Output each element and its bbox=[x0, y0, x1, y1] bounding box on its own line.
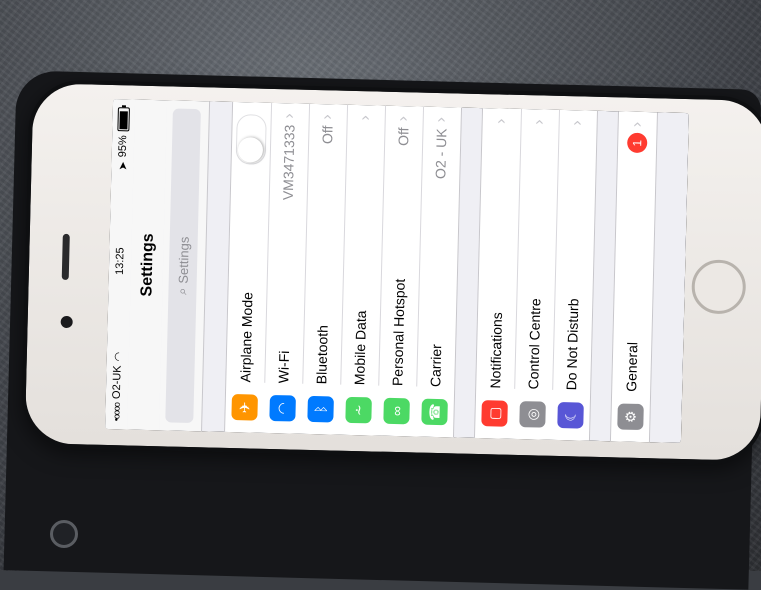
row-label: Bluetooth bbox=[313, 324, 331, 385]
phone-screen: •oooo O2-UK ◠ 13:25 ➤ 95% Settings ⌕ Set… bbox=[105, 99, 689, 443]
airplane-mode-toggle[interactable] bbox=[235, 114, 267, 165]
case-button bbox=[50, 520, 78, 548]
row-carrier[interactable]: ☎ Carrier O2 - UK › bbox=[415, 107, 461, 438]
connectivity-group: ✈ Airplane Mode ◠ Wi-Fi VM3471333 › ᛒ Bl… bbox=[224, 101, 463, 438]
row-label: Mobile Data bbox=[351, 310, 370, 386]
clock: 13:25 bbox=[113, 247, 127, 276]
row-label: Do Not Disturb bbox=[563, 298, 582, 391]
row-do-not-disturb[interactable]: ☾ Do Not Disturb › bbox=[551, 110, 597, 441]
row-general[interactable]: ⚙ General 1 › bbox=[611, 111, 657, 442]
moon-icon: ☾ bbox=[557, 401, 584, 429]
row-label: Carrier bbox=[427, 344, 445, 388]
row-label: Personal Hotspot bbox=[389, 278, 408, 387]
row-value: Off bbox=[319, 125, 336, 145]
chevron-right-icon: › bbox=[568, 120, 586, 126]
antenna-icon: ⩪ bbox=[345, 396, 372, 424]
battery-percent: 95% bbox=[116, 135, 130, 158]
battery-icon bbox=[117, 107, 130, 132]
search-icon: ⌕ bbox=[174, 287, 190, 296]
gear-icon: ⚙ bbox=[617, 403, 644, 431]
row-label: Wi-Fi bbox=[275, 350, 293, 384]
row-value: VM3471333 bbox=[279, 124, 298, 201]
chevron-right-icon: › bbox=[318, 114, 336, 120]
row-label: Airplane Mode bbox=[237, 291, 256, 383]
wifi-icon: ◠ bbox=[269, 394, 296, 422]
chevron-right-icon: › bbox=[628, 121, 646, 128]
settings-app: •oooo O2-UK ◠ 13:25 ➤ 95% Settings ⌕ Set… bbox=[105, 99, 689, 443]
row-label: Notifications bbox=[487, 312, 506, 389]
home-button[interactable] bbox=[691, 259, 747, 315]
earpiece-speaker bbox=[61, 233, 70, 280]
row-label: General bbox=[623, 341, 641, 392]
row-value: O2 - UK bbox=[432, 128, 450, 180]
chevron-right-icon: › bbox=[280, 113, 298, 119]
search-field[interactable]: ⌕ Settings bbox=[165, 108, 201, 424]
chevron-right-icon: › bbox=[394, 115, 412, 122]
phone-body: •oooo O2-UK ◠ 13:25 ➤ 95% Settings ⌕ Set… bbox=[20, 78, 761, 466]
row-label: Control Centre bbox=[525, 298, 544, 390]
location-arrow-icon: ➤ bbox=[116, 161, 130, 171]
phone-icon: ☎ bbox=[421, 398, 448, 426]
bluetooth-icon: ᛒ bbox=[307, 395, 334, 423]
general-group: ⚙ General 1 › bbox=[609, 111, 658, 443]
system-group: ▢ Notifications › ◎ Control Centre › ☾ D… bbox=[473, 108, 598, 441]
chevron-right-icon: › bbox=[530, 119, 548, 125]
wifi-icon: ◠ bbox=[112, 351, 125, 362]
notifications-icon: ▢ bbox=[481, 400, 508, 427]
carrier-name: O2-UK bbox=[110, 365, 124, 400]
row-value: Off bbox=[395, 127, 412, 147]
search-placeholder: Settings bbox=[175, 236, 192, 284]
notification-badge: 1 bbox=[626, 132, 648, 154]
chevron-right-icon: › bbox=[356, 114, 374, 121]
hotspot-icon: ∞ bbox=[383, 397, 410, 425]
front-camera bbox=[60, 315, 73, 329]
chevron-right-icon: › bbox=[492, 118, 510, 125]
airplane-icon: ✈ bbox=[231, 394, 258, 421]
signal-strength: •oooo bbox=[111, 402, 122, 422]
chevron-right-icon: › bbox=[432, 116, 450, 123]
control-centre-icon: ◎ bbox=[519, 401, 546, 428]
